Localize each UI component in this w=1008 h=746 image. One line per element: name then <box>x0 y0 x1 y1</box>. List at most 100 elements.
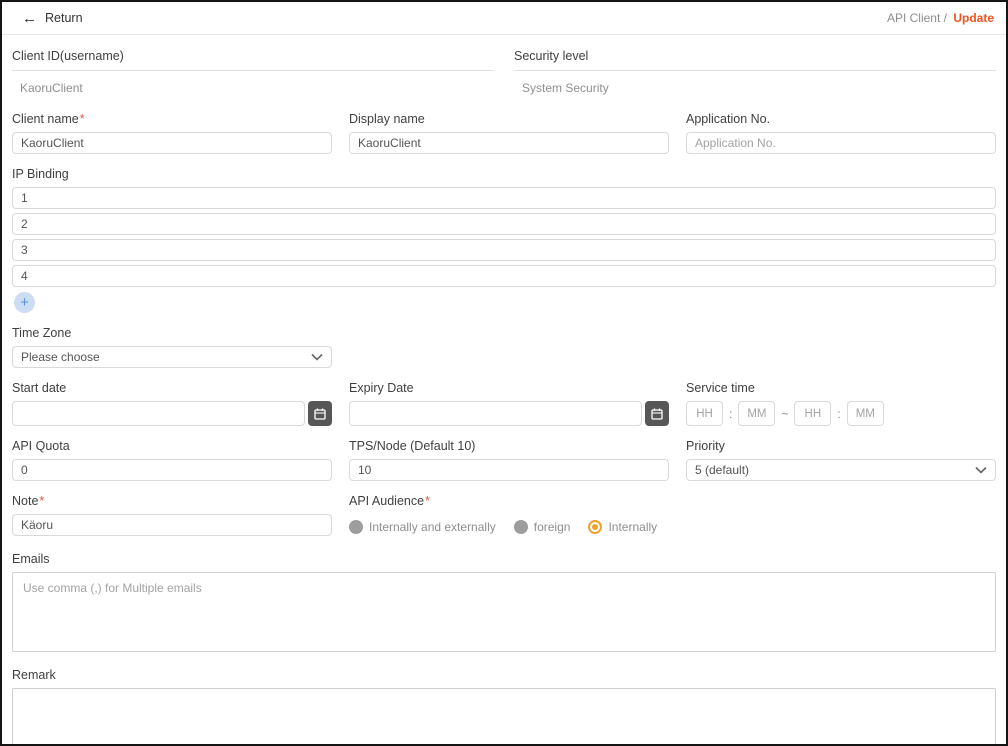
emails-label: Emails <box>12 552 996 566</box>
client-name-field: Client name* <box>12 112 332 154</box>
api-quota-field: API Quota <box>12 439 332 481</box>
api-audience-label: API Audience* <box>349 494 996 508</box>
service-start-minute-input[interactable] <box>738 401 775 426</box>
chevron-down-icon <box>975 466 987 474</box>
timezone-field: Time Zone Please choose <box>12 326 332 368</box>
display-name-field: Display name <box>349 112 669 154</box>
breadcrumb-section: API Client / <box>887 11 947 25</box>
form-content: Client ID(username) KaoruClient Security… <box>2 35 1006 746</box>
priority-select[interactable]: 5 (default) <box>686 459 996 481</box>
ip-binding-row <box>12 265 996 287</box>
calendar-icon <box>313 407 327 421</box>
api-quota-input[interactable] <box>12 459 332 481</box>
radio-internally[interactable]: Internally <box>588 520 657 534</box>
required-asterisk: * <box>39 494 44 508</box>
emails-field: Emails <box>12 552 996 652</box>
note-row: Note* API Audience* Internally and exter… <box>12 494 996 538</box>
client-id-value: KaoruClient <box>12 71 494 99</box>
note-label: Note* <box>12 494 332 508</box>
service-start-hour-input[interactable] <box>686 401 723 426</box>
tps-node-label: TPS/Node (Default 10) <box>349 439 669 453</box>
back-arrow-icon: ← <box>22 11 37 26</box>
radio-foreign[interactable]: foreign <box>514 520 571 534</box>
ip-index-input[interactable] <box>12 265 996 287</box>
timezone-select[interactable]: Please choose <box>12 346 332 368</box>
api-quota-label: API Quota <box>12 439 332 453</box>
ip-index-input[interactable] <box>12 239 996 261</box>
client-name-input[interactable] <box>12 132 332 154</box>
ip-binding-label: IP Binding <box>12 167 996 181</box>
security-level-value: System Security <box>514 71 996 99</box>
api-audience-options: Internally and externally foreign Intern… <box>349 516 996 538</box>
priority-selected-value: 5 (default) <box>695 463 749 477</box>
api-client-update-page: ← Return API Client / Update Client ID(u… <box>0 0 1008 746</box>
display-name-label: Display name <box>349 112 669 126</box>
time-colon-separator: : <box>729 407 732 421</box>
security-level-label: Security level <box>514 43 996 71</box>
readonly-row: Client ID(username) KaoruClient Security… <box>12 43 996 99</box>
name-row: Client name* Display name Application No… <box>12 112 996 154</box>
expiry-date-input[interactable] <box>349 401 642 426</box>
topbar: ← Return API Client / Update <box>2 2 1006 35</box>
add-ip-button[interactable]: + <box>14 292 35 313</box>
start-date-label: Start date <box>12 381 332 395</box>
client-name-label-text: Client name <box>12 112 79 126</box>
ip-binding-row <box>12 213 996 235</box>
expiry-date-field: Expiry Date <box>349 381 669 426</box>
note-field: Note* <box>12 494 332 538</box>
application-no-input[interactable] <box>686 132 996 154</box>
expiry-date-label: Expiry Date <box>349 381 669 395</box>
expiry-date-calendar-button[interactable] <box>645 401 669 426</box>
radio-option-label: Internally and externally <box>369 520 496 534</box>
breadcrumb: API Client / Update <box>887 11 994 25</box>
breadcrumb-current: Update <box>953 11 994 25</box>
note-input[interactable] <box>12 514 332 536</box>
timezone-row: Time Zone Please choose <box>12 326 996 368</box>
ip-index-input[interactable] <box>12 213 996 235</box>
remark-label: Remark <box>12 668 996 682</box>
radio-option-label: foreign <box>534 520 571 534</box>
emails-textarea[interactable] <box>12 572 996 652</box>
required-asterisk: * <box>80 112 85 126</box>
radio-unselected-icon <box>514 520 528 534</box>
calendar-icon <box>650 407 664 421</box>
ip-binding-row <box>12 239 996 261</box>
chevron-down-icon <box>311 353 323 361</box>
expiry-date-wrap <box>349 401 669 426</box>
service-time-field: Service time : ~ : <box>686 381 996 426</box>
client-id-section: Client ID(username) KaoruClient <box>12 43 494 99</box>
radio-internally-and-externally[interactable]: Internally and externally <box>349 520 496 534</box>
ip-binding-row <box>12 187 996 209</box>
radio-unselected-icon <box>349 520 363 534</box>
display-name-input[interactable] <box>349 132 669 154</box>
client-name-label: Client name* <box>12 112 332 126</box>
priority-field: Priority 5 (default) <box>686 439 996 481</box>
start-date-calendar-button[interactable] <box>308 401 332 426</box>
remark-textarea[interactable] <box>12 688 996 746</box>
ip-binding-rows <box>12 187 996 287</box>
radio-selected-icon <box>588 520 602 534</box>
return-label: Return <box>45 11 83 25</box>
time-range-separator: ~ <box>781 407 788 421</box>
service-end-hour-input[interactable] <box>794 401 831 426</box>
required-asterisk: * <box>425 494 430 508</box>
application-no-label: Application No. <box>686 112 996 126</box>
remark-field: Remark <box>12 668 996 746</box>
priority-label: Priority <box>686 439 996 453</box>
start-date-input[interactable] <box>12 401 305 426</box>
ip-index-input[interactable] <box>12 187 996 209</box>
time-colon-separator: : <box>837 407 840 421</box>
start-date-field: Start date <box>12 381 332 426</box>
tps-node-input[interactable] <box>349 459 669 481</box>
timezone-label: Time Zone <box>12 326 332 340</box>
plus-icon: + <box>20 293 29 312</box>
service-time-label: Service time <box>686 381 996 395</box>
application-no-field: Application No. <box>686 112 996 154</box>
dates-row: Start date Expiry Date Servi <box>12 381 996 426</box>
quota-row: API Quota TPS/Node (Default 10) Priority… <box>12 439 996 481</box>
ip-binding-section: IP Binding <box>12 167 996 313</box>
timezone-selected-value: Please choose <box>21 350 100 364</box>
service-time-inputs: : ~ : <box>686 401 996 426</box>
service-end-minute-input[interactable] <box>847 401 884 426</box>
return-button[interactable]: ← Return <box>22 11 83 26</box>
